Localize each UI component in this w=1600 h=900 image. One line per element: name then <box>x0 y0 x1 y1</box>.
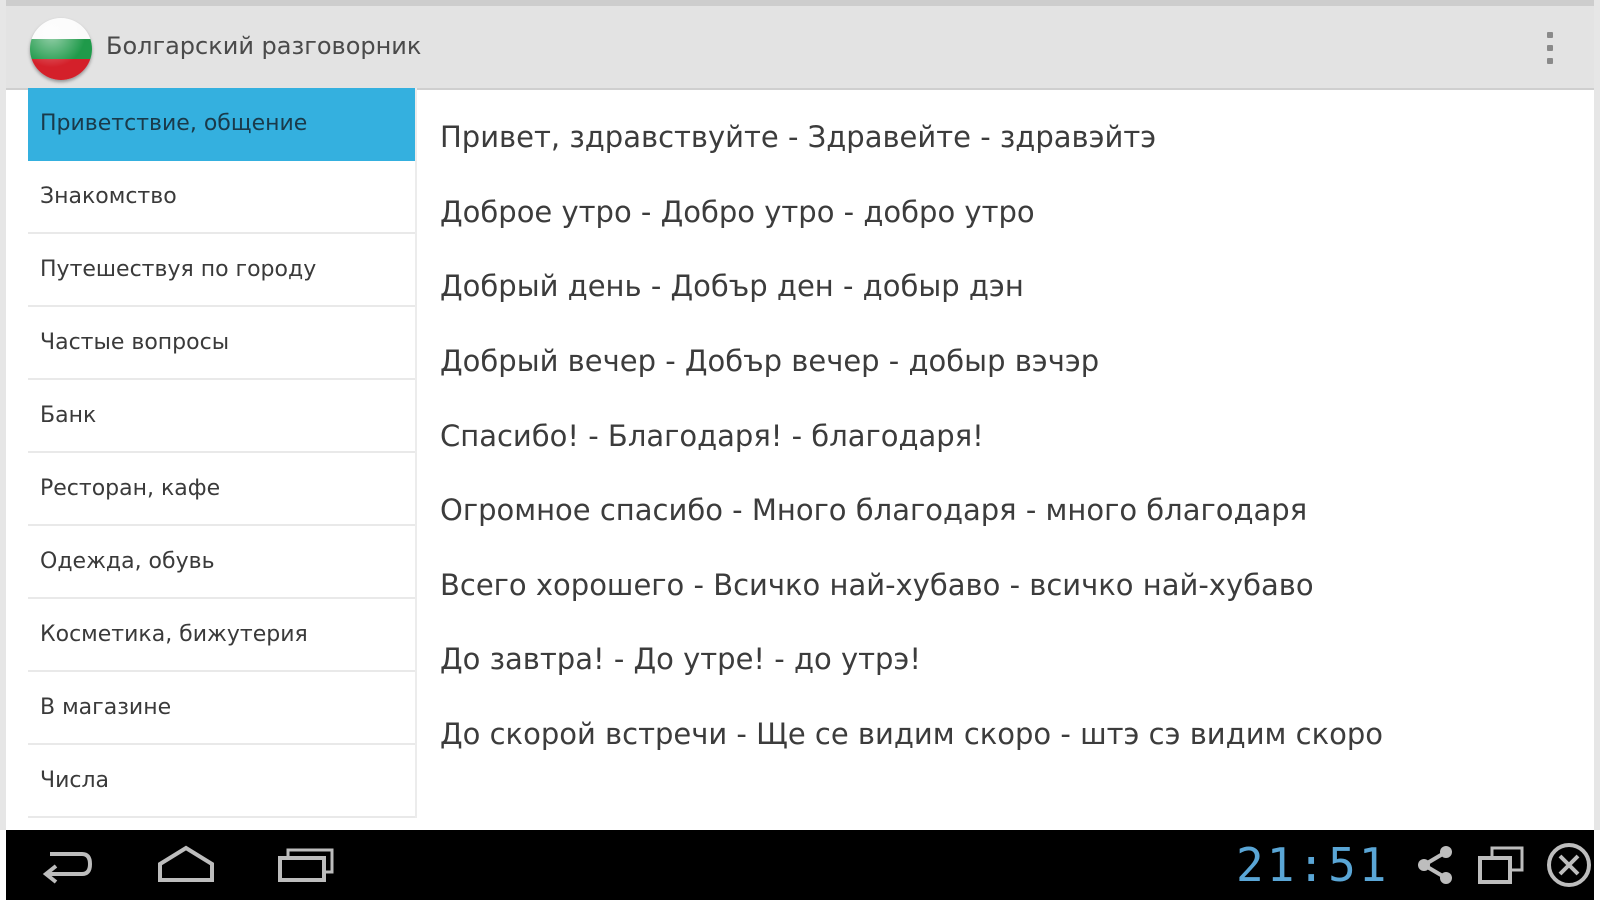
window-icon[interactable] <box>1476 842 1526 888</box>
phrase-item[interactable]: Добрый вечер - Добър вечер - добыр вэчэр <box>440 324 1570 399</box>
category-item-greetings[interactable]: Приветствие, общение <box>28 88 415 161</box>
category-item-city-travel[interactable]: Путешествуя по городу <box>28 234 415 307</box>
category-item-acquaintance[interactable]: Знакомство <box>28 161 415 234</box>
system-nav-bar: 21:51 <box>6 830 1594 900</box>
action-bar: Болгарский разговорник <box>6 0 1594 90</box>
bezel-left <box>0 0 6 830</box>
category-item-label: В магазине <box>40 695 172 720</box>
category-item-label: Банк <box>40 403 97 428</box>
category-item-label: Одежда, обувь <box>40 549 215 574</box>
category-item-cosmetics[interactable]: Косметика, бижутерия <box>28 599 415 672</box>
recent-apps-icon[interactable] <box>274 840 338 890</box>
phrase-item[interactable]: До скорой встречи - Ще се видим скоро - … <box>440 697 1570 772</box>
category-item-label: Числа <box>40 768 110 793</box>
category-item-restaurant[interactable]: Ресторан, кафе <box>28 453 415 526</box>
phrase-item[interactable]: Привет, здравствуйте - Здравейте - здрав… <box>440 100 1570 175</box>
phrase-item[interactable]: Спасибо! - Благодаря! - благодаря! <box>440 398 1570 473</box>
category-list: Приветствие, общение Знакомство Путешест… <box>28 88 415 818</box>
category-item-shop[interactable]: В магазине <box>28 672 415 745</box>
category-item-label: Знакомство <box>40 184 177 209</box>
category-item-label: Частые вопросы <box>40 330 230 355</box>
system-clock: 21:51 <box>1236 838 1390 892</box>
category-item-bank[interactable]: Банк <box>28 380 415 453</box>
category-item-faq[interactable]: Частые вопросы <box>28 307 415 380</box>
phrase-item[interactable]: Доброе утро - Добро утро - добро утро <box>440 175 1570 250</box>
category-item-label: Путешествуя по городу <box>40 257 317 282</box>
phrase-item[interactable]: Добрый день - Добър ден - добыр дэн <box>440 249 1570 324</box>
bulgarian-flag-icon[interactable] <box>30 18 92 80</box>
home-icon[interactable] <box>154 840 218 890</box>
bezel-right <box>1594 0 1600 830</box>
category-item-numbers[interactable]: Числа <box>28 745 415 818</box>
phrase-item[interactable]: Всего хорошего - Всичко най-хубаво - вси… <box>440 548 1570 623</box>
back-icon[interactable] <box>36 840 96 890</box>
phrase-list: Привет, здравствуйте - Здравейте - здрав… <box>440 100 1570 805</box>
category-item-clothing[interactable]: Одежда, обувь <box>28 526 415 599</box>
app-screen: Болгарский разговорник Приветствие, обще… <box>0 0 1600 900</box>
share-icon[interactable] <box>1414 842 1458 888</box>
sidebar-divider <box>415 88 417 818</box>
phrase-item[interactable]: До завтра! - До утре! - до утрэ! <box>440 622 1570 697</box>
category-item-label: Ресторан, кафе <box>40 476 221 501</box>
category-item-label: Косметика, бижутерия <box>40 622 308 647</box>
app-title: Болгарский разговорник <box>106 32 422 60</box>
category-item-label: Приветствие, общение <box>40 111 308 136</box>
phrase-item[interactable]: Огромное спасибо - Много благодаря - мно… <box>440 473 1570 548</box>
overflow-menu-icon[interactable] <box>1540 28 1560 68</box>
close-icon[interactable] <box>1546 842 1592 888</box>
